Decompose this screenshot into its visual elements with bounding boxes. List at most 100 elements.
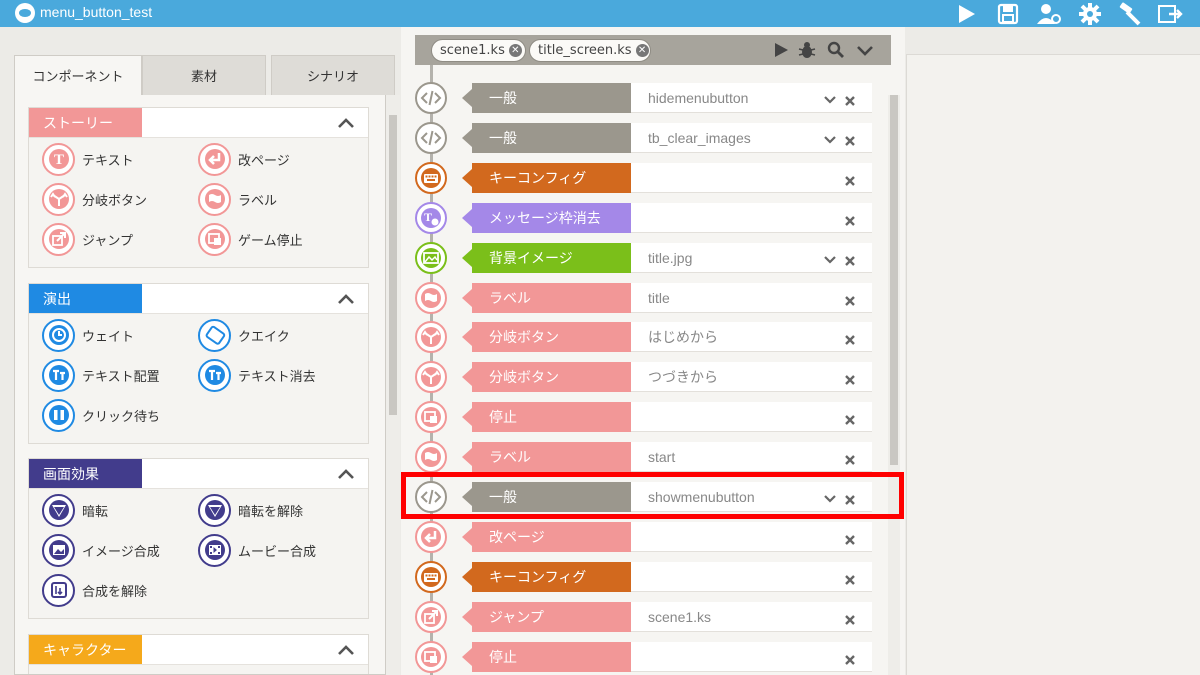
- delete-icon[interactable]: [844, 292, 856, 306]
- delete-icon[interactable]: [844, 651, 856, 665]
- tag-value[interactable]: はじめから: [631, 322, 872, 352]
- delete-icon[interactable]: [844, 371, 856, 385]
- scenario-row[interactable]: ラベル start: [415, 441, 875, 473]
- file-tab-title-screen[interactable]: title_screen.ks ✕: [529, 39, 651, 62]
- component-item[interactable]: イメージ合成: [42, 533, 160, 567]
- tag-label[interactable]: 一般: [462, 482, 631, 512]
- component-item[interactable]: 暗転を解除: [198, 493, 303, 527]
- delete-icon[interactable]: [844, 531, 856, 545]
- keyboard-icon[interactable]: [415, 561, 447, 593]
- code-icon[interactable]: [415, 82, 447, 114]
- users-icon[interactable]: [1034, 0, 1064, 27]
- chevron-down-icon[interactable]: [823, 251, 837, 265]
- chevron-up-icon[interactable]: [338, 291, 354, 305]
- debug-bug-icon[interactable]: [796, 39, 818, 61]
- scenario-row[interactable]: 一般 tb_clear_images: [415, 122, 875, 154]
- tag-label[interactable]: 分岐ボタン: [462, 362, 631, 392]
- component-item[interactable]: 合成を解除: [42, 573, 147, 607]
- tag-label[interactable]: 改ページ: [462, 522, 631, 552]
- delete-icon[interactable]: [844, 331, 856, 345]
- component-item[interactable]: ジャンプ: [42, 222, 133, 256]
- section-header[interactable]: ストーリー: [29, 108, 368, 138]
- scenario-row[interactable]: ラベル title: [415, 282, 875, 314]
- tag-value[interactable]: [631, 562, 872, 592]
- jump-icon[interactable]: [415, 601, 447, 633]
- component-item[interactable]: 暗転: [42, 493, 108, 527]
- tab-materials[interactable]: 素材: [142, 55, 266, 95]
- label-flag-icon[interactable]: [415, 282, 447, 314]
- scenario-scrollbar[interactable]: [888, 95, 900, 675]
- delete-icon[interactable]: [844, 172, 856, 186]
- scenario-row[interactable]: T メッセージ枠消去: [415, 202, 875, 234]
- scenario-row[interactable]: ジャンプ scene1.ks: [415, 601, 875, 633]
- play-icon[interactable]: [770, 39, 792, 61]
- tag-label[interactable]: ラベル: [462, 283, 631, 313]
- page-break-icon[interactable]: [415, 521, 447, 553]
- code-icon[interactable]: [415, 481, 447, 513]
- hammer-icon[interactable]: [1115, 0, 1145, 27]
- message-clear-icon[interactable]: T: [415, 202, 447, 234]
- tag-value[interactable]: つづきから: [631, 362, 872, 392]
- section-header[interactable]: 演出: [29, 284, 368, 314]
- tag-label[interactable]: 分岐ボタン: [462, 322, 631, 352]
- scrollbar-thumb[interactable]: [389, 115, 397, 415]
- play-icon[interactable]: [951, 0, 981, 27]
- component-item[interactable]: 分岐ボタン: [42, 182, 147, 216]
- component-item[interactable]: クリック待ち: [42, 398, 160, 432]
- branch-button-icon[interactable]: [415, 321, 447, 353]
- close-icon[interactable]: ✕: [508, 44, 522, 57]
- tag-label[interactable]: 背景イメージ: [462, 243, 631, 273]
- scenario-row[interactable]: キーコンフィグ: [415, 162, 875, 194]
- delete-icon[interactable]: [844, 611, 856, 625]
- chevron-down-icon[interactable]: [854, 39, 876, 61]
- game-stop-icon[interactable]: [415, 401, 447, 433]
- tag-label[interactable]: 停止: [462, 642, 631, 672]
- close-icon[interactable]: ✕: [635, 44, 649, 57]
- tag-label[interactable]: メッセージ枠消去: [462, 203, 631, 233]
- section-header[interactable]: 画面効果: [29, 459, 368, 489]
- tag-label[interactable]: 一般: [462, 83, 631, 113]
- tag-value[interactable]: scene1.ks: [631, 602, 872, 632]
- scenario-row[interactable]: 停止: [415, 641, 875, 673]
- game-stop-icon[interactable]: [415, 641, 447, 673]
- scenario-row[interactable]: 一般 hidemenubutton: [415, 82, 875, 114]
- file-tab-scene1[interactable]: scene1.ks ✕: [431, 39, 526, 62]
- background-image-icon[interactable]: [415, 242, 447, 274]
- component-item[interactable]: ウェイト: [42, 318, 134, 352]
- tag-label[interactable]: ラベル: [462, 442, 631, 472]
- tag-label[interactable]: キーコンフィグ: [462, 163, 631, 193]
- chevron-down-icon[interactable]: [823, 490, 837, 504]
- tag-value[interactable]: [631, 642, 872, 672]
- scenario-row[interactable]: 一般 showmenubutton: [415, 481, 875, 513]
- tag-label[interactable]: キーコンフィグ: [462, 562, 631, 592]
- delete-icon[interactable]: [844, 411, 856, 425]
- keyboard-icon[interactable]: [415, 162, 447, 194]
- component-item[interactable]: ラベル: [198, 182, 277, 216]
- gear-icon[interactable]: [1075, 0, 1105, 27]
- delete-icon[interactable]: [844, 491, 856, 505]
- chevron-up-icon[interactable]: [338, 466, 354, 480]
- delete-icon[interactable]: [844, 571, 856, 585]
- component-item[interactable]: ゲーム停止: [198, 222, 303, 256]
- scenario-row[interactable]: キーコンフィグ: [415, 561, 875, 593]
- save-icon[interactable]: [993, 0, 1023, 27]
- delete-icon[interactable]: [844, 252, 856, 266]
- scenario-row[interactable]: 背景イメージ title.jpg: [415, 242, 875, 274]
- scenario-row[interactable]: 停止: [415, 401, 875, 433]
- tag-label[interactable]: 一般: [462, 123, 631, 153]
- tag-value[interactable]: start: [631, 442, 872, 472]
- component-item[interactable]: テキスト消去: [198, 358, 316, 392]
- delete-icon[interactable]: [844, 451, 856, 465]
- tag-value[interactable]: title: [631, 283, 872, 313]
- branch-button-icon[interactable]: [415, 361, 447, 393]
- scenario-row[interactable]: 改ページ: [415, 521, 875, 553]
- chevron-up-icon[interactable]: [338, 642, 354, 656]
- tag-value[interactable]: [631, 402, 872, 432]
- scrollbar-thumb[interactable]: [890, 95, 898, 465]
- scenario-row[interactable]: 分岐ボタン はじめから: [415, 321, 875, 353]
- tag-value[interactable]: [631, 522, 872, 552]
- export-icon[interactable]: [1156, 0, 1186, 27]
- delete-icon[interactable]: [844, 212, 856, 226]
- chevron-down-icon[interactable]: [823, 131, 837, 145]
- component-item[interactable]: 改ページ: [198, 142, 290, 176]
